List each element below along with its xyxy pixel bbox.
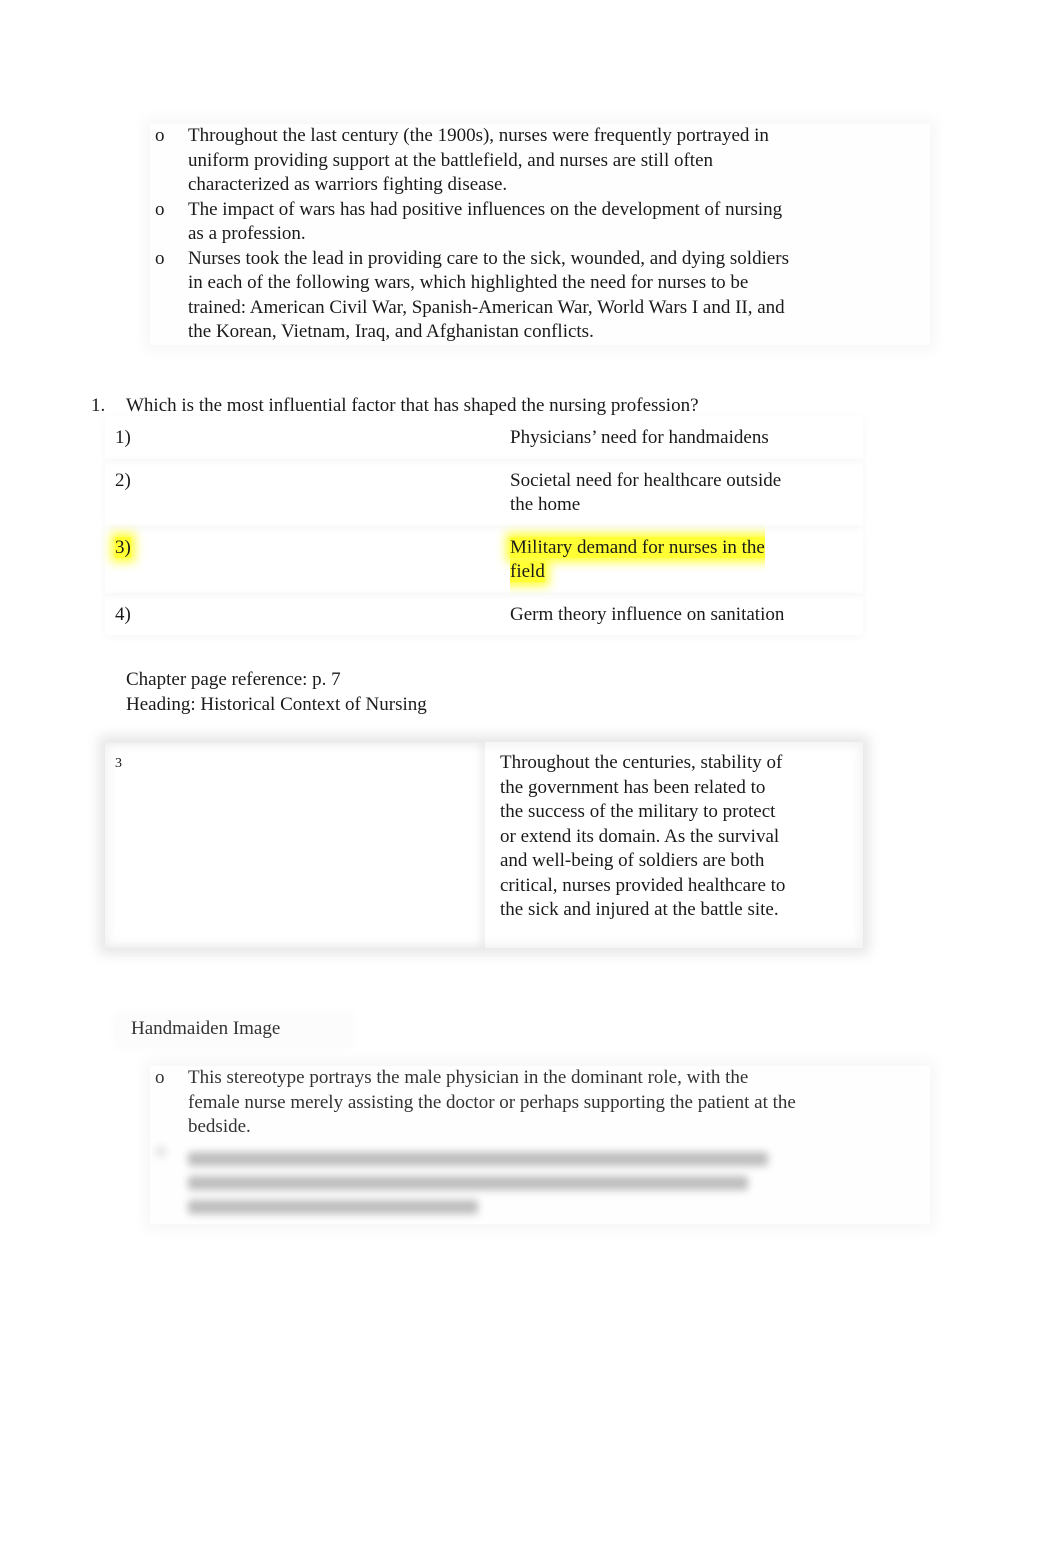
bullet-text: The impact of wars has had positive infl… [188,198,783,245]
question-title: 1. Which is the most influential factor … [91,394,699,419]
bullet-item: o This stereotype portrays the male phys… [150,1066,930,1140]
answer-number: 3 [105,742,485,948]
bullet-marker: ○ [155,1140,167,1162]
option-row-correct: 3) Military demand for nurses in the fie… [105,526,863,593]
option-row: 1) Physicians’ need for handmaidens [105,416,863,459]
bullet-item: o Throughout the last century (the 1900s… [150,124,930,198]
question-number: 1. [91,395,106,416]
bullet-item: o Nurses took the lead in providing care… [150,247,930,345]
option-label: 1) [115,427,131,448]
option-text: Physicians’ need for handmaidens [510,427,769,448]
option-text: Societal need for healthcare outside the… [510,469,782,516]
option-label: 2) [115,469,131,491]
bullet-text: Nurses took the lead in providing care t… [188,247,790,343]
options-table: 1) Physicians’ need for handmaidens 2) S… [105,416,863,635]
section-heading: Handmaiden Image [117,1014,351,1046]
top-bullet-list: o Throughout the last century (the 1900s… [150,124,930,345]
option-row: 4) Germ theory influence on sanitation [105,593,863,636]
bullet-text: Throughout the last century (the 1900s),… [188,125,769,195]
chapter-reference: Chapter page reference: p. 7 [126,669,341,690]
option-label: 4) [115,603,131,625]
bullet-text: This stereotype portrays the male physic… [188,1067,796,1137]
blurred-bullet-item: ○ [150,1140,930,1224]
answer-rationale-table: 3 Throughout the centuries, stability of… [105,742,863,948]
question-text: Which is the most influential factor tha… [126,395,699,416]
option-row: 2) Societal need for healthcare outside … [105,459,863,526]
bullet-marker: o [155,1067,165,1088]
blurred-content [188,1140,798,1224]
bullet-marker: o [155,247,165,269]
bullet-item: o The impact of wars has had positive in… [150,198,930,247]
option-label: 3) [115,536,131,558]
bullet-marker: o [155,198,165,220]
rationale-text: Throughout the centuries, stability of t… [500,752,786,920]
heading-reference: Heading: Historical Context of Nursing [126,693,427,715]
option-text: Germ theory influence on sanitation [510,603,785,625]
option-text: Military demand for nurses in the field [510,536,765,582]
bullet-marker: o [155,125,165,146]
reference-block: Chapter page reference: p. 7 Heading: Hi… [126,668,427,717]
section-bullet-list: o This stereotype portrays the male phys… [150,1066,930,1224]
